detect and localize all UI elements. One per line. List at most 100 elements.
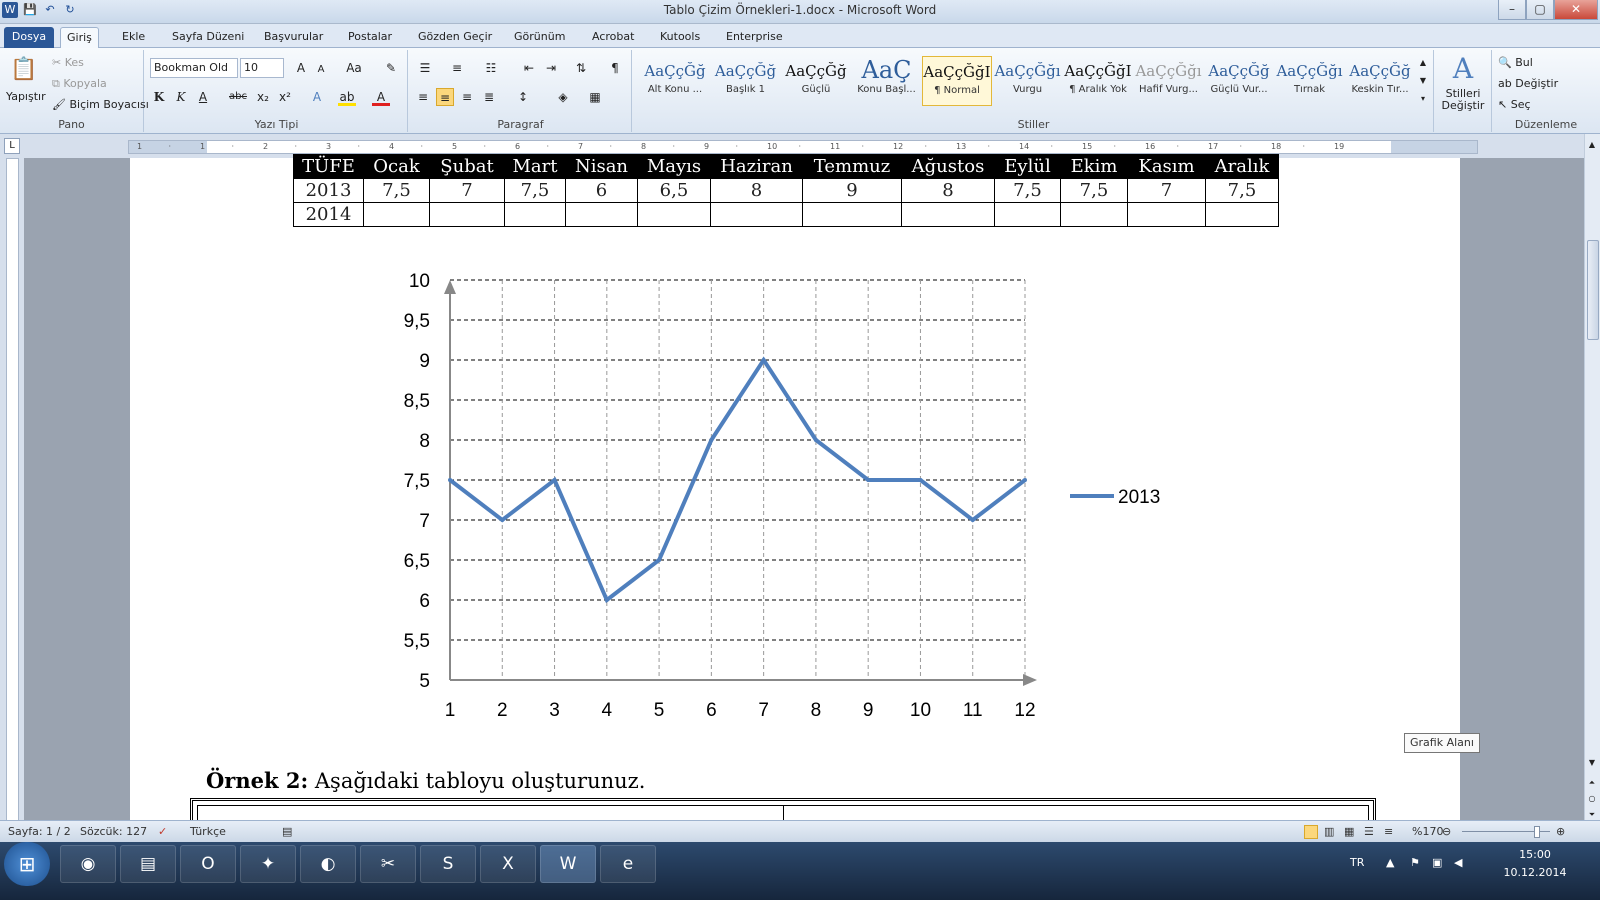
clock-date[interactable]: 10.12.2014 xyxy=(1500,866,1570,879)
scroll-down-icon[interactable]: ▼ xyxy=(1585,754,1599,772)
explorer-icon[interactable]: ▤ xyxy=(120,845,176,883)
find-button[interactable]: 🔍 Bul xyxy=(1498,56,1533,69)
tab-view[interactable]: Görünüm xyxy=(508,27,571,48)
increase-indent-icon[interactable]: ⇥ xyxy=(542,59,560,77)
superscript-icon[interactable]: x² xyxy=(276,88,294,106)
underline-icon[interactable]: A xyxy=(194,88,212,106)
borders-icon[interactable]: ▦ xyxy=(586,88,604,106)
table-cell[interactable]: 8 xyxy=(710,178,803,203)
table-cell[interactable]: 2013 xyxy=(293,178,364,203)
paste-button[interactable]: Yapıştır xyxy=(6,90,46,103)
style-7[interactable]: AaÇçĞğı Hafif Vurg... xyxy=(1134,56,1204,106)
table-header-cell[interactable]: Nisan xyxy=(565,154,638,179)
table-header-cell[interactable]: Mayıs xyxy=(637,154,711,179)
table-header-cell[interactable]: Aralık xyxy=(1205,154,1279,179)
table-cell[interactable]: 9 xyxy=(802,178,902,203)
ie-icon[interactable]: e xyxy=(600,845,656,883)
table-cell[interactable]: 7,5 xyxy=(1060,178,1128,203)
table-cell[interactable] xyxy=(710,202,803,227)
scroll-thumb[interactable] xyxy=(1587,240,1599,340)
close-button[interactable]: ✕ xyxy=(1554,0,1598,20)
tab-selector-icon[interactable]: L xyxy=(4,138,20,154)
sync-icon[interactable]: ◐ xyxy=(300,845,356,883)
full-screen-reading-icon[interactable]: ▥ xyxy=(1324,825,1334,838)
replace-button[interactable]: ab Değiştir xyxy=(1498,77,1558,90)
tab-review[interactable]: Gözden Geçir xyxy=(412,27,498,48)
web-layout-icon[interactable]: ▦ xyxy=(1344,825,1354,838)
gallery-up-icon[interactable]: ▲ xyxy=(1414,54,1432,72)
highlight-icon[interactable]: ab xyxy=(338,88,356,106)
copy-button[interactable]: ⧉ Kopyala xyxy=(52,77,107,91)
bold-icon[interactable]: K xyxy=(150,88,168,106)
numbering-icon[interactable]: ≡ xyxy=(448,59,466,77)
vertical-ruler[interactable] xyxy=(0,158,24,830)
table-cell[interactable] xyxy=(802,202,902,227)
shrink-font-icon[interactable]: A xyxy=(312,61,330,79)
app-icon[interactable]: ✦ xyxy=(240,845,296,883)
tab-kutools[interactable]: Kutools xyxy=(654,27,706,48)
data-table[interactable]: TÜFE Ocak Şubat Mart Nisan Mayıs Haziran… xyxy=(293,154,1279,227)
zoom-slider-thumb[interactable] xyxy=(1534,826,1540,838)
table-cell[interactable] xyxy=(637,202,711,227)
table-header-cell[interactable]: Ocak xyxy=(363,154,430,179)
horizontal-ruler[interactable]: 1 · 1 · 2 · 3 · 4 · 5 · 6 · 7 · 8 · 9 · 10 · 11 · 12 · 13 · 14 · 15 · 16… xyxy=(128,140,1478,154)
table-cell[interactable] xyxy=(565,202,638,227)
table-cell[interactable] xyxy=(504,202,566,227)
table-cell[interactable] xyxy=(1127,202,1206,227)
style-4[interactable]: AaÇçĞğI ¶ Normal xyxy=(922,56,992,106)
zoom-out-icon[interactable]: ⊖ xyxy=(1442,825,1451,838)
paste-icon[interactable]: 📋 xyxy=(10,56,38,84)
tab-enterprise[interactable]: Enterprise xyxy=(720,27,789,48)
table-header-cell[interactable]: Mart xyxy=(504,154,566,179)
show-marks-icon[interactable]: ¶ xyxy=(606,59,624,77)
tab-acrobat[interactable]: Acrobat xyxy=(586,27,640,48)
table-cell[interactable]: 2014 xyxy=(293,202,364,227)
text-effects-icon[interactable]: A xyxy=(308,88,326,106)
table-cell[interactable] xyxy=(901,202,995,227)
style-8[interactable]: AaÇçĞğ Güçlü Vur... xyxy=(1204,56,1274,106)
gallery-more-icon[interactable]: ▾ xyxy=(1414,90,1432,108)
style-1[interactable]: AaÇçĞğ Başlık 1 xyxy=(711,56,781,106)
change-styles-icon[interactable]: A xyxy=(1448,54,1478,84)
table-cell[interactable]: 7,5 xyxy=(363,178,430,203)
chrome-icon[interactable]: ◉ xyxy=(60,845,116,883)
line-spacing-icon[interactable]: ↕ xyxy=(514,88,532,106)
tab-home[interactable]: Giriş xyxy=(60,27,99,48)
table-header-cell[interactable]: Eylül xyxy=(994,154,1061,179)
volume-icon[interactable]: ◀ xyxy=(1454,856,1462,869)
maximize-button[interactable]: ▢ xyxy=(1526,0,1554,20)
format-painter-button[interactable]: 🖌 Biçim Boyacısı xyxy=(52,98,149,111)
change-styles-button[interactable]: Stilleri Değiştir xyxy=(1438,88,1488,112)
style-0[interactable]: AaÇçĞğ Alt Konu ... xyxy=(640,56,710,106)
clock-time[interactable]: 15:00 xyxy=(1500,848,1570,861)
grow-font-icon[interactable]: A xyxy=(292,59,310,77)
tab-mailings[interactable]: Postalar xyxy=(342,27,398,48)
multilevel-list-icon[interactable]: ☷ xyxy=(482,59,500,77)
table-header-cell[interactable]: Kasım xyxy=(1127,154,1206,179)
vertical-scrollbar[interactable]: ▲ ▼ ⏶ ○ ⏷ xyxy=(1584,134,1600,830)
word-icon[interactable]: W xyxy=(540,845,596,883)
flag-icon[interactable]: ⚑ xyxy=(1410,856,1420,869)
table-cell[interactable]: 6,5 xyxy=(637,178,711,203)
tab-references[interactable]: Başvurular xyxy=(258,27,329,48)
shading-icon[interactable]: ◈ xyxy=(554,88,572,106)
table-cell[interactable]: 6 xyxy=(565,178,638,203)
table-cell[interactable] xyxy=(1060,202,1128,227)
table-cell[interactable] xyxy=(429,202,505,227)
font-color-icon[interactable]: A xyxy=(372,88,390,106)
table-header-cell[interactable]: Temmuz xyxy=(802,154,902,179)
gallery-down-icon[interactable]: ▼ xyxy=(1414,72,1432,90)
draft-icon[interactable]: ≡ xyxy=(1384,825,1393,838)
clear-format-icon[interactable]: ✎ xyxy=(382,59,400,77)
start-button[interactable]: ⊞ xyxy=(4,842,50,886)
table-cell[interactable]: 7 xyxy=(1127,178,1206,203)
proofing-icon[interactable]: ✓ xyxy=(158,825,167,838)
select-button[interactable]: ↖ Seç xyxy=(1498,98,1531,111)
table-cell[interactable]: 7 xyxy=(429,178,505,203)
print-layout-icon[interactable] xyxy=(1304,825,1318,839)
page-count[interactable]: Sayfa: 1 / 2 xyxy=(8,825,71,838)
table-cell[interactable] xyxy=(994,202,1061,227)
style-3[interactable]: AaÇ Konu Başl... xyxy=(852,56,922,106)
table-cell[interactable] xyxy=(363,202,430,227)
table-cell[interactable]: 7,5 xyxy=(504,178,566,203)
